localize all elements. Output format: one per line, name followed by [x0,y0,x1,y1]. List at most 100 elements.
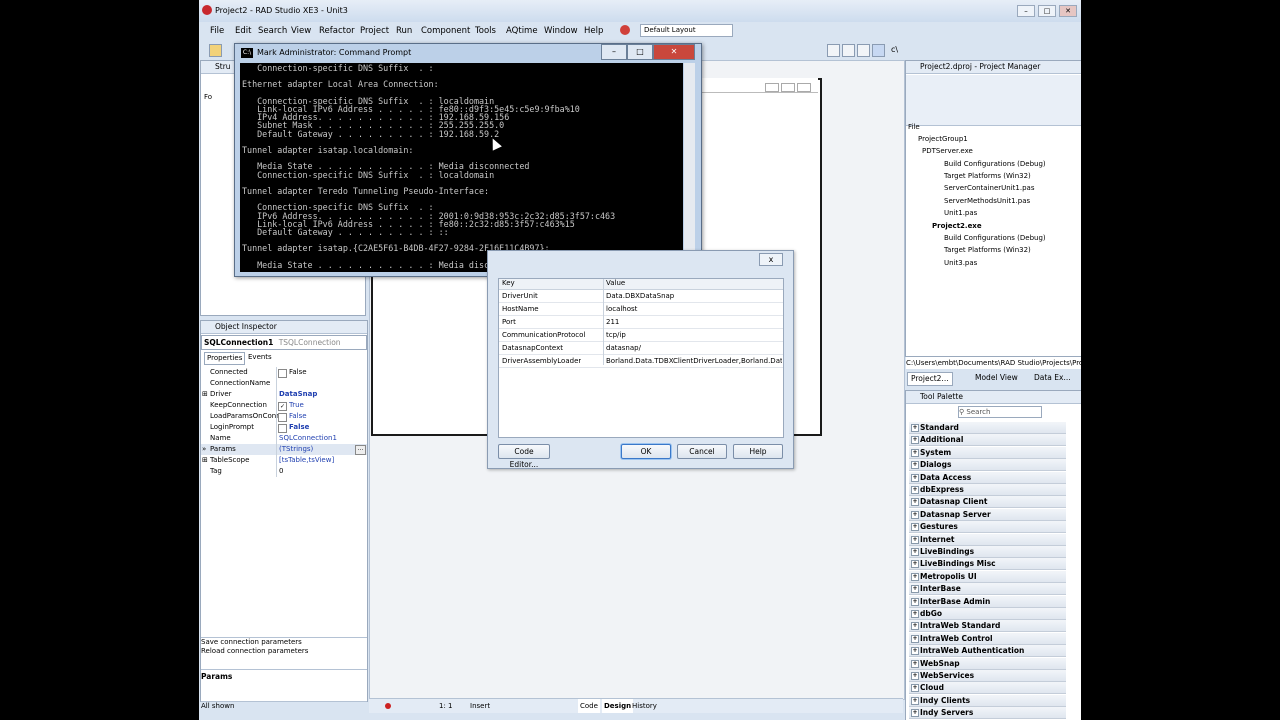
palette-search[interactable]: ⚲ Search [958,406,1042,418]
param-row[interactable]: DatasnapContext datasnap/ [499,342,783,355]
maximize-button[interactable]: □ [1038,5,1056,17]
expand-icon[interactable]: + [911,659,919,668]
toolbar-icon-4[interactable] [872,44,885,57]
record-icon[interactable] [385,703,391,709]
palette-category[interactable]: + LiveBindings Misc [909,558,1066,571]
pm-item-active[interactable]: Project2.exe [932,221,982,232]
expand-icon[interactable]: + [911,597,919,606]
expand-icon[interactable]: + [911,634,919,643]
tab-data-explorer[interactable]: Data Ex... [1031,372,1074,384]
palette-category[interactable]: + System [909,446,1066,459]
minimize-button[interactable]: – [1017,5,1035,17]
expand-icon[interactable]: + [911,548,919,556]
expand-icon[interactable]: + [911,672,919,680]
cmd-scrollbar[interactable] [684,63,695,272]
expand-icon[interactable]: + [911,523,919,532]
palette-category[interactable]: + IntraWeb Authentication [909,645,1066,658]
help-button[interactable]: Help [733,444,783,459]
palette-category[interactable]: + WebServices [909,670,1066,682]
cmd-maximize-button[interactable]: □ [627,44,653,60]
palette-category[interactable]: + Additional [909,434,1066,447]
param-value[interactable]: Data.DBXDataSnap [606,290,782,302]
menu-help[interactable]: Help [584,26,603,36]
palette-category[interactable]: + InterBase Admin [909,595,1066,608]
pm-item[interactable]: Target Platforms (Win32) [944,171,1031,182]
col-value[interactable]: Value [606,279,625,287]
ok-button[interactable]: OK [621,444,671,459]
tab-design[interactable]: Design [602,699,634,713]
param-value[interactable]: Borland.Data.TDBXClientDriverLoader,Borl… [606,355,782,367]
prop-row[interactable]: Name SQLConnection1 [201,433,367,444]
palette-category[interactable]: + IntraWeb Standard [909,620,1066,633]
expand-icon[interactable]: + [911,535,919,544]
pm-item[interactable]: Build Configurations (Debug) [944,159,1046,170]
palette-category[interactable]: + InterBase [909,583,1066,596]
palette-category[interactable]: + Datasnap Server [909,508,1066,521]
expand-icon[interactable]: + [911,622,919,631]
param-row[interactable]: HostName localhost [499,303,783,316]
cmd-close-button[interactable]: ✕ [653,44,695,60]
param-row[interactable]: CommunicationProtocol tcp/ip [499,329,783,342]
toolbar-icon-3[interactable] [857,44,870,57]
tab-code[interactable]: Code [578,699,600,713]
param-row[interactable]: DriverAssemblyLoader Borland.Data.TDBXCli… [499,355,783,368]
menu-window[interactable]: Window [544,26,578,36]
palette-category[interactable]: + Cloud [909,682,1066,695]
checkbox[interactable] [278,369,287,378]
expand-icon[interactable]: + [911,560,919,569]
palette-category[interactable]: + Indy Servers [909,707,1066,720]
menu-edit[interactable]: Edit [235,26,251,36]
save-connection-link[interactable]: Save connection parameters [201,638,367,647]
palette-category[interactable]: + IntraWeb Control [909,632,1066,645]
param-value[interactable]: datasnap/ [606,342,782,354]
cmd-minimize-button[interactable]: – [601,44,627,60]
component-selector[interactable]: SQLConnection1 TSQLConnection [201,335,367,350]
menu-view[interactable]: View [291,26,311,36]
expand-icon[interactable]: + [911,461,919,470]
ellipsis-button[interactable]: … [355,445,366,455]
palette-category[interactable]: + dbGo [909,608,1066,620]
palette-category[interactable]: + Gestures [909,521,1066,534]
expand-icon[interactable]: + [911,498,919,507]
pm-item[interactable]: Build Configurations (Debug) [944,233,1046,244]
prop-row-selected[interactable]: » Params (TStrings)… [201,444,367,455]
reload-connection-link[interactable]: Reload connection parameters [201,647,367,656]
prop-row[interactable]: ⊞ Driver DataSnap [201,389,367,400]
tab-project[interactable]: Project2... [907,372,953,386]
menu-file[interactable]: File [210,26,224,36]
prop-row[interactable]: Tag 0 [201,466,367,477]
tab-properties[interactable]: Properties [204,352,246,365]
menu-search[interactable]: Search [258,26,287,36]
menu-tools[interactable]: Tools [475,26,496,36]
menu-run[interactable]: Run [396,26,412,36]
expand-icon[interactable]: + [911,424,919,432]
cancel-button[interactable]: Cancel [677,444,727,459]
pm-item[interactable]: Unit1.pas [944,208,977,219]
expand-icon[interactable]: + [911,572,919,581]
param-value[interactable]: tcp/ip [606,329,782,341]
palette-category[interactable]: + Datasnap Client [909,496,1066,509]
tab-history[interactable]: History [630,699,659,713]
dialog-close-button[interactable]: x [759,253,783,266]
palette-category[interactable]: + LiveBindings [909,546,1066,558]
expand-icon[interactable]: + [911,448,919,457]
param-value[interactable]: localhost [606,303,782,315]
code-editor-button[interactable]: Code Editor... [498,444,550,469]
checkbox-checked[interactable]: ✓ [278,402,287,411]
menu-aqtime[interactable]: AQtime [506,26,538,36]
pm-item[interactable]: Unit3.pas [944,258,977,269]
palette-category[interactable]: + Indy Clients [909,694,1066,707]
param-row[interactable]: DriverUnit Data.DBXDataSnap [499,290,783,303]
expand-icon[interactable]: + [911,610,919,618]
palette-category[interactable]: + dbExpress [909,484,1066,496]
param-row[interactable]: Port 211 [499,316,783,329]
expand-icon[interactable]: + [911,647,919,656]
prop-row[interactable]: ConnectionName [201,378,367,389]
palette-category[interactable]: + Metropolis UI [909,570,1066,583]
prop-row[interactable]: LoginPrompt False [201,422,367,433]
menu-project[interactable]: Project [360,26,389,36]
expand-icon[interactable]: + [911,473,919,482]
tab-events[interactable]: Events [246,352,274,363]
layout-select[interactable]: Default Layout [640,24,733,37]
menu-refactor[interactable]: Refactor [319,26,355,36]
